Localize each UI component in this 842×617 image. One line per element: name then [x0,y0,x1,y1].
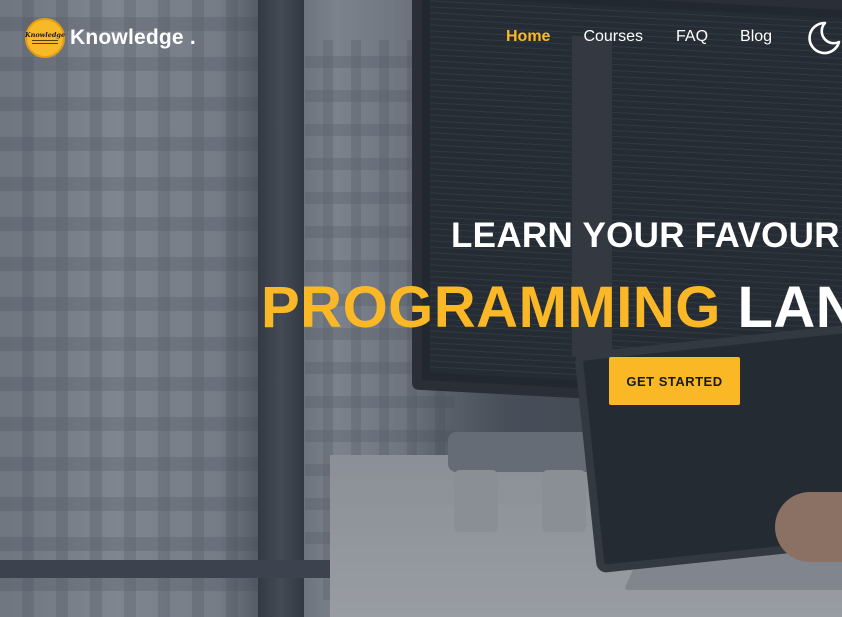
navbar: Knowledge Knowledge . Home Courses FAQ B… [0,0,842,76]
moon-icon[interactable] [805,20,841,56]
brand-logo[interactable]: Knowledge Knowledge . [25,18,196,58]
nav-item-home[interactable]: Home [506,28,550,46]
nav-menu: Home Courses FAQ Blog [506,28,772,46]
nav-item-courses[interactable]: Courses [583,28,643,46]
hero-subheadline: PROGRAMMING LAN [261,274,842,341]
hero-accent-word: PROGRAMMING [261,275,721,340]
get-started-button[interactable]: GET STARTED [609,357,740,405]
hero-section: Knowledge Knowledge . Home Courses FAQ B… [0,0,842,617]
logo-badge-underline [32,40,58,45]
hero-headline: LEARN YOUR FAVOUR [451,216,840,255]
logo-badge-icon: Knowledge [25,18,65,58]
nav-item-faq[interactable]: FAQ [676,28,708,46]
brand-name: Knowledge . [70,26,196,49]
hero-rest-text: LAN [737,275,842,340]
nav-item-blog[interactable]: Blog [740,28,772,46]
logo-badge-text: Knowledge [24,30,66,39]
